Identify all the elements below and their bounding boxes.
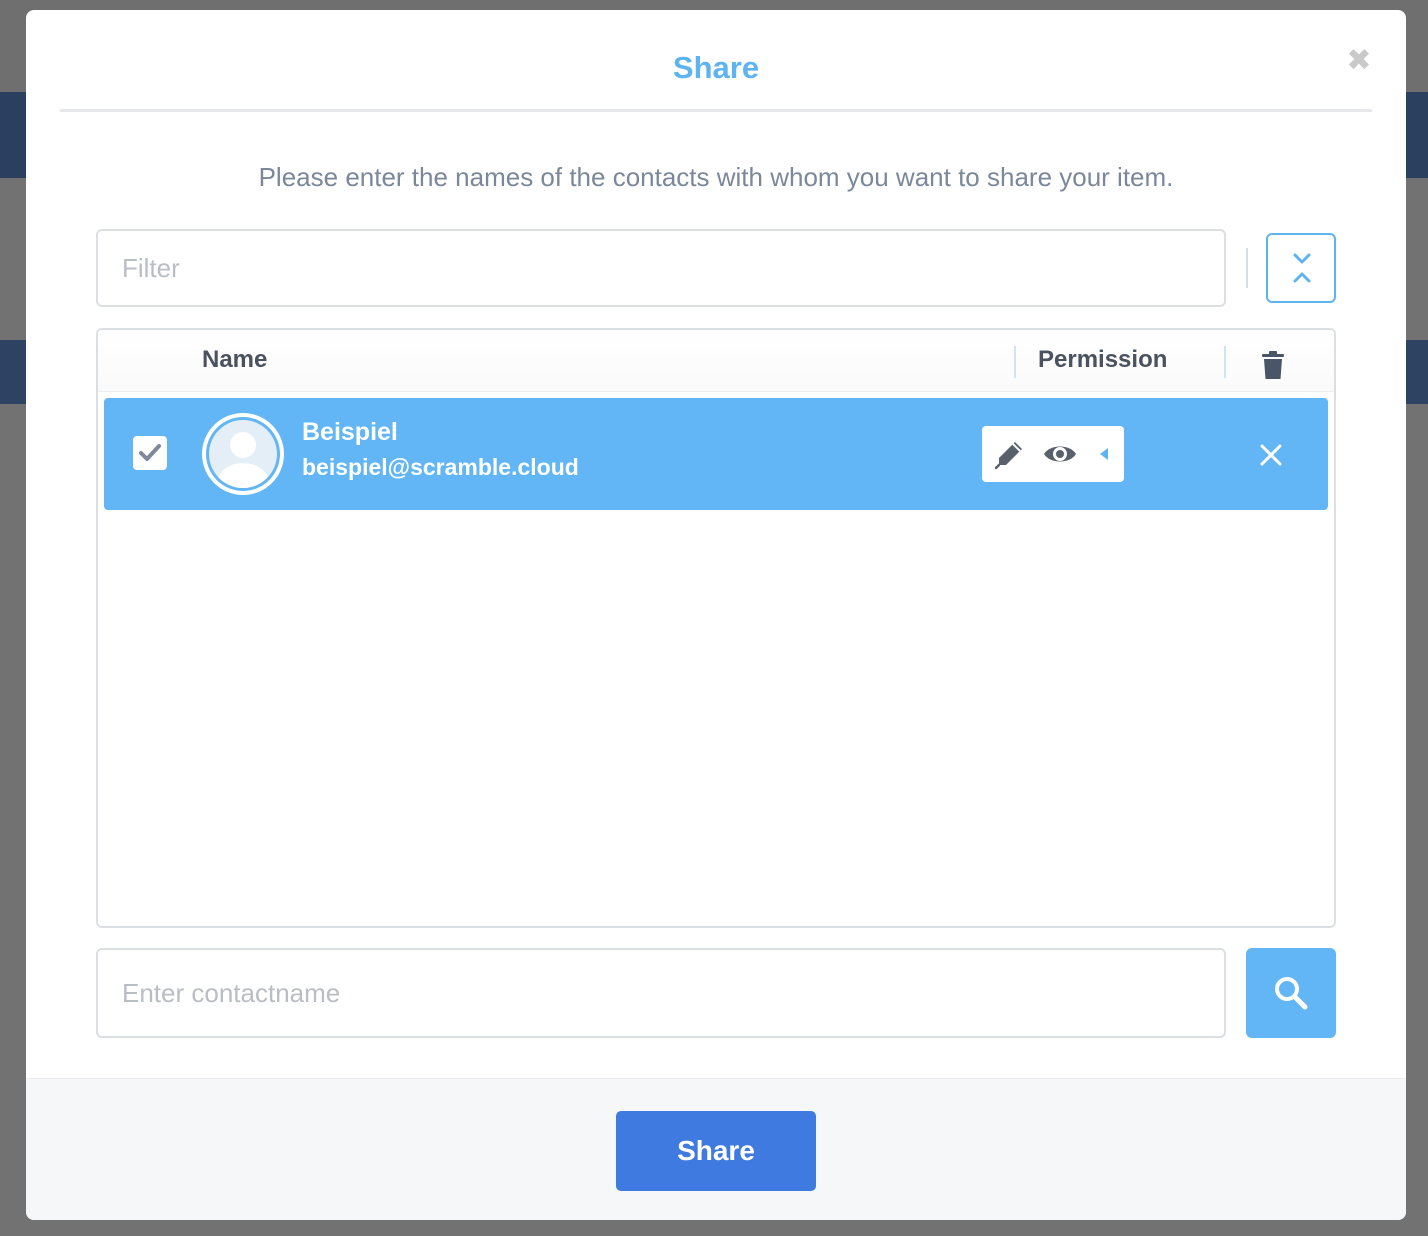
caret-left-icon[interactable] [1098,446,1110,462]
collapse-expand-button[interactable] [1266,233,1336,303]
title-divider [60,109,1372,112]
permission-selector[interactable] [982,426,1124,482]
share-dialog: Share ✖ Please enter the names of the co… [26,10,1406,1220]
share-button[interactable]: Share [616,1111,816,1191]
table-header: Name Permission [98,330,1334,392]
instruction-text: Please enter the names of the contacts w… [258,162,1174,192]
column-divider [1224,346,1226,378]
filter-input[interactable] [96,229,1226,307]
dialog-title: Share [672,50,760,85]
search-button[interactable] [1246,948,1336,1038]
contact-name-input[interactable] [96,948,1226,1038]
search-icon [1275,977,1308,1010]
filter-divider [1246,248,1248,288]
column-divider [1014,346,1016,378]
trash-icon[interactable] [1260,350,1286,380]
collapse-expand-icon [1293,253,1311,283]
user-avatar-icon [202,413,284,495]
column-header-name[interactable]: Name [202,346,267,374]
x-icon[interactable] [1254,438,1288,472]
share-contacts-table: Name Permission Beispiel beispiel@scramb… [96,328,1336,928]
contact-email: beispiel@scramble.cloud [302,454,579,480]
close-icon[interactable]: ✖ [1344,46,1374,76]
column-header-permission[interactable]: Permission [1038,346,1167,374]
table-row[interactable]: Beispiel beispiel@scramble.cloud [104,398,1328,510]
dialog-footer: Share [26,1078,1406,1220]
checkmark-icon [139,444,161,461]
contact-name: Beispiel [302,418,398,446]
pencil-icon[interactable] [994,438,1026,470]
row-checkbox[interactable] [133,436,167,470]
eye-icon[interactable] [1042,440,1078,468]
